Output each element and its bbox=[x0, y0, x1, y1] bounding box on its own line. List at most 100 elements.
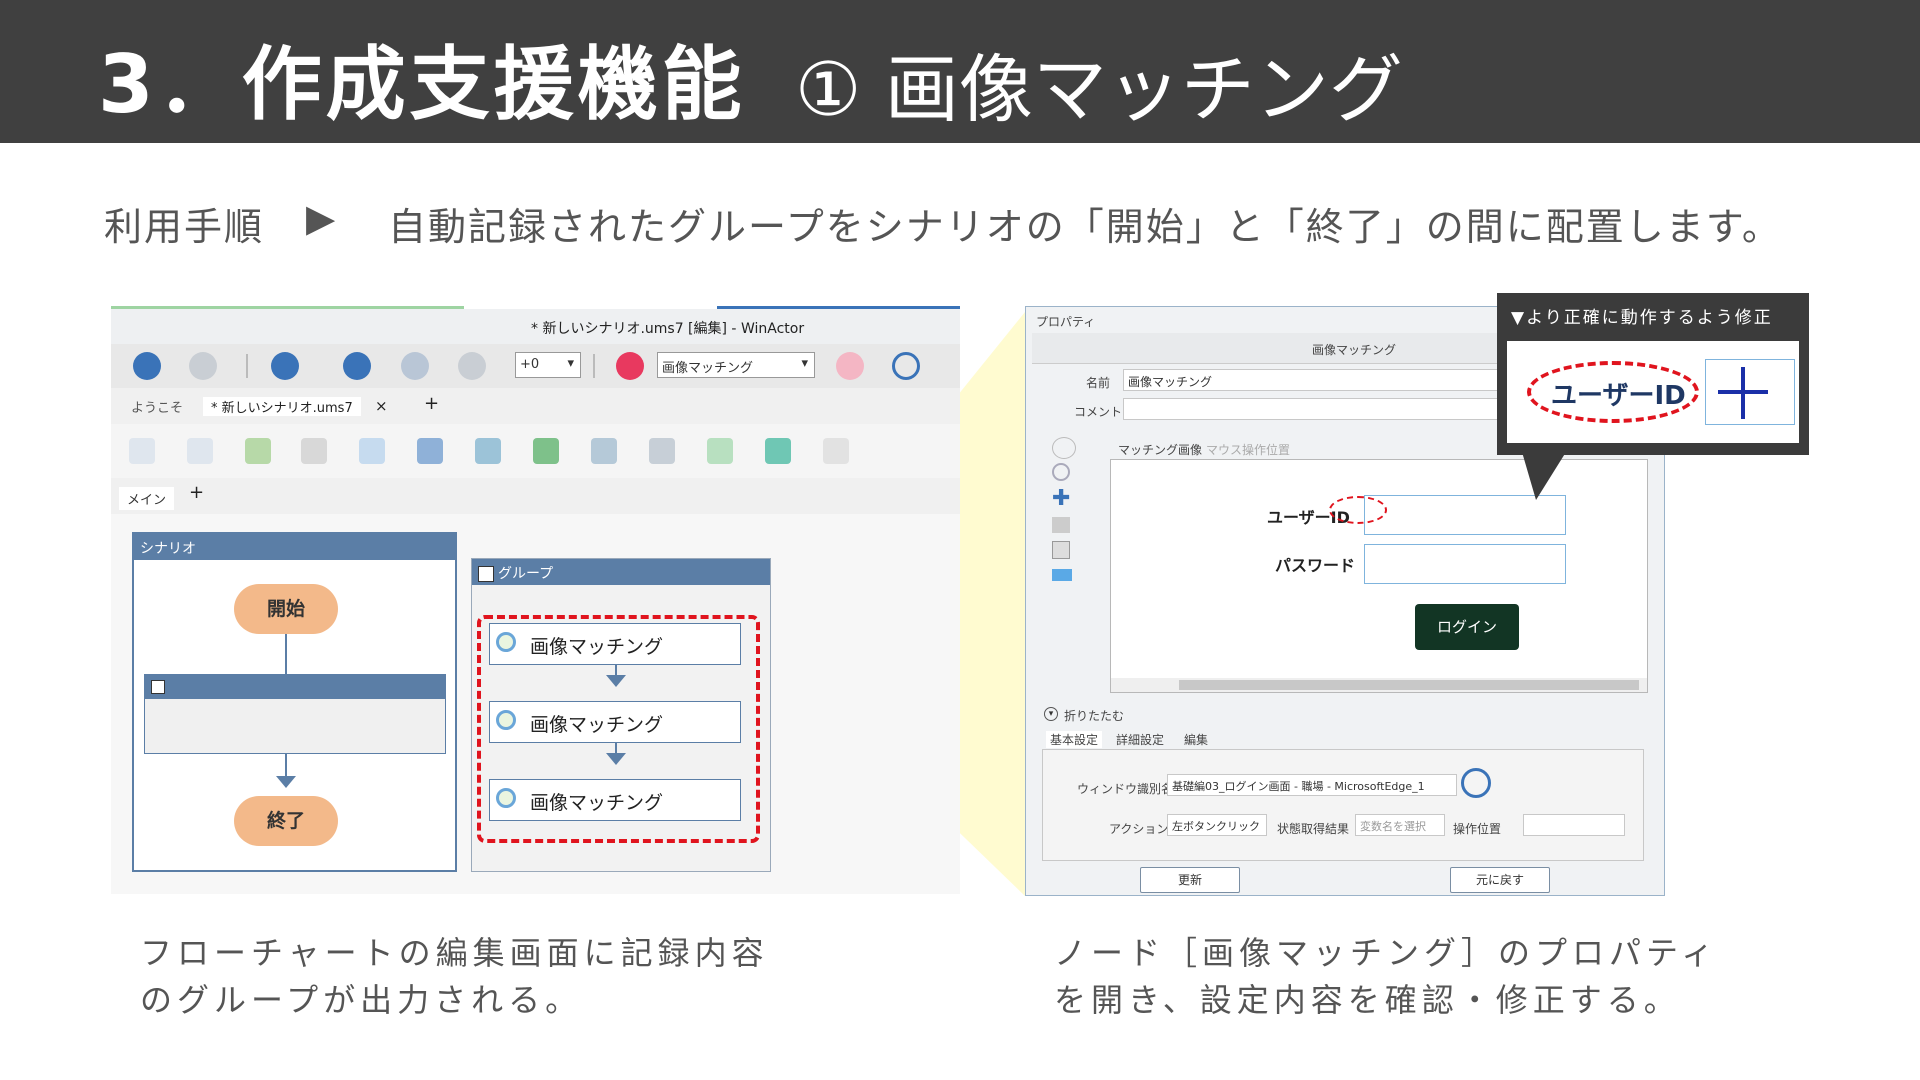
right-caption-line: ノード［画像マッチング］のプロパティ bbox=[1054, 934, 1719, 972]
update-button[interactable]: 更新 bbox=[1140, 867, 1240, 893]
scenario-panel: シナリオ 開始 終了 bbox=[132, 532, 457, 872]
grid-icon[interactable] bbox=[823, 438, 849, 464]
zoom-out-icon[interactable] bbox=[187, 438, 213, 464]
right-caption-line: を開き、設定内容を確認・修正する。 bbox=[1054, 981, 1681, 1019]
settings-icon[interactable] bbox=[301, 438, 327, 464]
tab-edit[interactable]: 編集 bbox=[1184, 731, 1208, 748]
record-icon[interactable] bbox=[616, 352, 644, 380]
scrollbar-thumb[interactable] bbox=[1179, 680, 1639, 690]
capture-icon[interactable] bbox=[1052, 437, 1076, 459]
callout-body: ユーザーID bbox=[1507, 341, 1799, 443]
group-title: グループ bbox=[498, 566, 554, 582]
window-title: * 新しいシナリオ.ums7 [編集] - WinActor bbox=[531, 321, 805, 337]
revert-button[interactable]: 元に戻す bbox=[1450, 867, 1550, 893]
toolbar-separator bbox=[246, 354, 248, 378]
window-titlebar: * 新しいシナリオ.ums7 [編集] - WinActor bbox=[111, 309, 960, 344]
operation-position-input[interactable] bbox=[1523, 814, 1625, 836]
pause-icon[interactable] bbox=[401, 352, 429, 380]
crosshair-box bbox=[1705, 359, 1795, 425]
image-icon[interactable] bbox=[245, 438, 271, 464]
matching-image-preview: ユーザーID パスワード ログイン bbox=[1110, 459, 1648, 693]
play-icon[interactable] bbox=[271, 352, 299, 380]
tab-basic-settings[interactable]: 基本設定 bbox=[1046, 731, 1103, 748]
image-matching-node[interactable]: 画像マッチング bbox=[489, 779, 741, 821]
record-stop-icon[interactable] bbox=[836, 352, 864, 380]
chevron-down-icon[interactable]: ▾ bbox=[1044, 707, 1058, 721]
edit-toolbar bbox=[111, 424, 960, 478]
status-value: 変数名を選択 bbox=[1360, 820, 1426, 833]
tab-scenario[interactable]: * 新しいシナリオ.ums7 bbox=[203, 397, 361, 416]
offset-select[interactable]: +0 ▾ bbox=[515, 352, 581, 378]
callout-title: ▼より正確に動作するよう修正 bbox=[1511, 308, 1773, 328]
fold-label[interactable]: 折りたたむ bbox=[1064, 707, 1124, 724]
tab-matching-image[interactable]: マッチング画像 bbox=[1118, 441, 1202, 458]
upload-icon[interactable] bbox=[533, 438, 559, 464]
add-sheet-icon[interactable]: + bbox=[189, 482, 204, 503]
stop-icon[interactable] bbox=[458, 352, 486, 380]
preview-password-label: パスワード bbox=[1275, 556, 1356, 575]
node-label: 画像マッチング bbox=[530, 714, 664, 736]
zoom-in-icon[interactable] bbox=[129, 438, 155, 464]
window-id-select[interactable]: 基礎編03_ログイン画面 - 職場 - MicrosoftEdge_1 bbox=[1167, 774, 1457, 796]
undo-icon[interactable] bbox=[133, 352, 161, 380]
preview-login-button: ログイン bbox=[1415, 604, 1519, 650]
group-panel: グループ 画像マッチング 画像マッチング 画像マッチング bbox=[471, 558, 771, 872]
copy-icon[interactable] bbox=[591, 438, 617, 464]
swap-icon[interactable] bbox=[417, 438, 443, 464]
search-icon[interactable] bbox=[1052, 463, 1070, 481]
action-select[interactable]: 左ボタンクリック bbox=[1167, 814, 1267, 836]
tab-detail-settings[interactable]: 詳細設定 bbox=[1116, 731, 1164, 748]
winactor-editor-window: * 新しいシナリオ.ums7 [編集] - WinActor +0 ▾ 画像マッチ… bbox=[111, 306, 960, 894]
status-label: 状態取得結果 bbox=[1277, 822, 1350, 836]
correction-callout: ▼より正確に動作するよう修正 ユーザーID bbox=[1497, 293, 1809, 455]
record-mode-select[interactable]: 画像マッチング ▾ bbox=[657, 352, 815, 378]
empty-group-node[interactable] bbox=[144, 674, 446, 754]
folder-icon[interactable] bbox=[1052, 569, 1072, 581]
magnifier-icon bbox=[496, 788, 516, 808]
add-tab-icon[interactable]: + bbox=[424, 393, 439, 414]
tab-main[interactable]: メイン bbox=[119, 487, 175, 510]
collapse-icon[interactable] bbox=[151, 680, 165, 694]
collapse-icon[interactable] bbox=[478, 566, 494, 582]
window-icon[interactable] bbox=[475, 438, 501, 464]
align-icon[interactable] bbox=[765, 438, 791, 464]
right-caption: ノード［画像マッチング］のプロパティ を開き、設定内容を確認・修正する。 bbox=[1054, 930, 1718, 1024]
node-icon[interactable] bbox=[359, 438, 385, 464]
image-matching-node[interactable]: 画像マッチング bbox=[489, 623, 741, 665]
main-toolbar: +0 ▾ 画像マッチング ▾ bbox=[111, 344, 960, 388]
crosshair-icon[interactable]: ✚ bbox=[1052, 488, 1070, 510]
flow-arrow-icon bbox=[606, 753, 626, 765]
group-header: グループ bbox=[472, 559, 770, 585]
close-icon[interactable]: × bbox=[375, 397, 388, 415]
tab-welcome[interactable]: ようこそ bbox=[131, 397, 183, 416]
horizontal-scrollbar[interactable] bbox=[1111, 678, 1647, 692]
target-icon[interactable] bbox=[1461, 768, 1491, 798]
end-node[interactable]: 終了 bbox=[234, 796, 338, 846]
status-select[interactable]: 変数名を選択 bbox=[1355, 814, 1445, 836]
comment-label: コメント bbox=[1074, 405, 1123, 419]
left-caption-line: フローチャートの編集画面に記録内容 bbox=[140, 934, 769, 972]
empty-group-header bbox=[145, 675, 445, 699]
image-tools: ✚ bbox=[1044, 437, 1084, 581]
target-icon[interactable] bbox=[892, 352, 920, 380]
magnifier-icon bbox=[496, 710, 516, 730]
action-value: 左ボタンクリック bbox=[1172, 820, 1260, 833]
callout-userid-text: ユーザーID bbox=[1551, 381, 1686, 411]
operation-position-label: 操作位置 bbox=[1453, 822, 1502, 836]
properties-window-title: プロパティ bbox=[1036, 315, 1096, 329]
chevron-down-icon: ▾ bbox=[801, 356, 808, 371]
flow-arrow-icon bbox=[276, 776, 296, 788]
paste-icon[interactable] bbox=[649, 438, 675, 464]
add-node-icon[interactable] bbox=[707, 438, 733, 464]
clipboard-icon[interactable] bbox=[1052, 541, 1070, 559]
image-matching-node[interactable]: 画像マッチング bbox=[489, 701, 741, 743]
start-node[interactable]: 開始 bbox=[234, 584, 338, 634]
edit-image-icon[interactable] bbox=[1052, 517, 1070, 533]
file-tabs: ようこそ * 新しいシナリオ.ums7 × + bbox=[111, 388, 960, 424]
redo-icon[interactable] bbox=[189, 352, 217, 380]
step-icon[interactable] bbox=[343, 352, 371, 380]
tab-mouse-position[interactable]: マウス操作位置 bbox=[1206, 441, 1290, 458]
flow-line bbox=[285, 634, 287, 674]
scenario-title: シナリオ bbox=[134, 534, 455, 560]
section-title: 画像マッチング bbox=[1312, 343, 1397, 357]
